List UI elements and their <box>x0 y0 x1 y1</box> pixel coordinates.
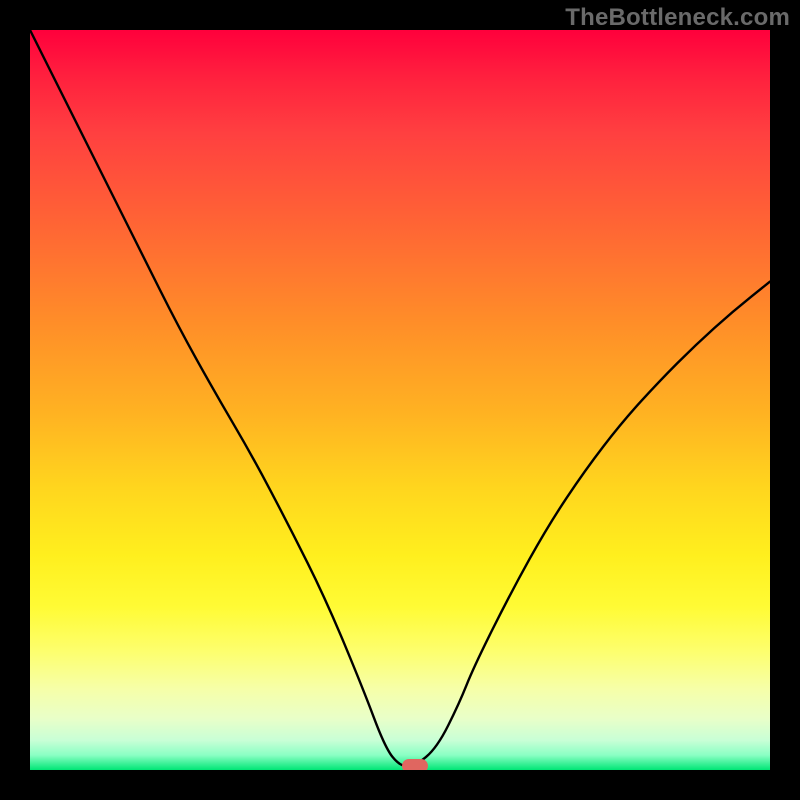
chart-frame: TheBottleneck.com <box>0 0 800 800</box>
plot-area <box>30 30 770 770</box>
bottleneck-curve <box>30 30 770 770</box>
watermark-text: TheBottleneck.com <box>565 4 790 32</box>
optimum-marker <box>402 759 428 770</box>
